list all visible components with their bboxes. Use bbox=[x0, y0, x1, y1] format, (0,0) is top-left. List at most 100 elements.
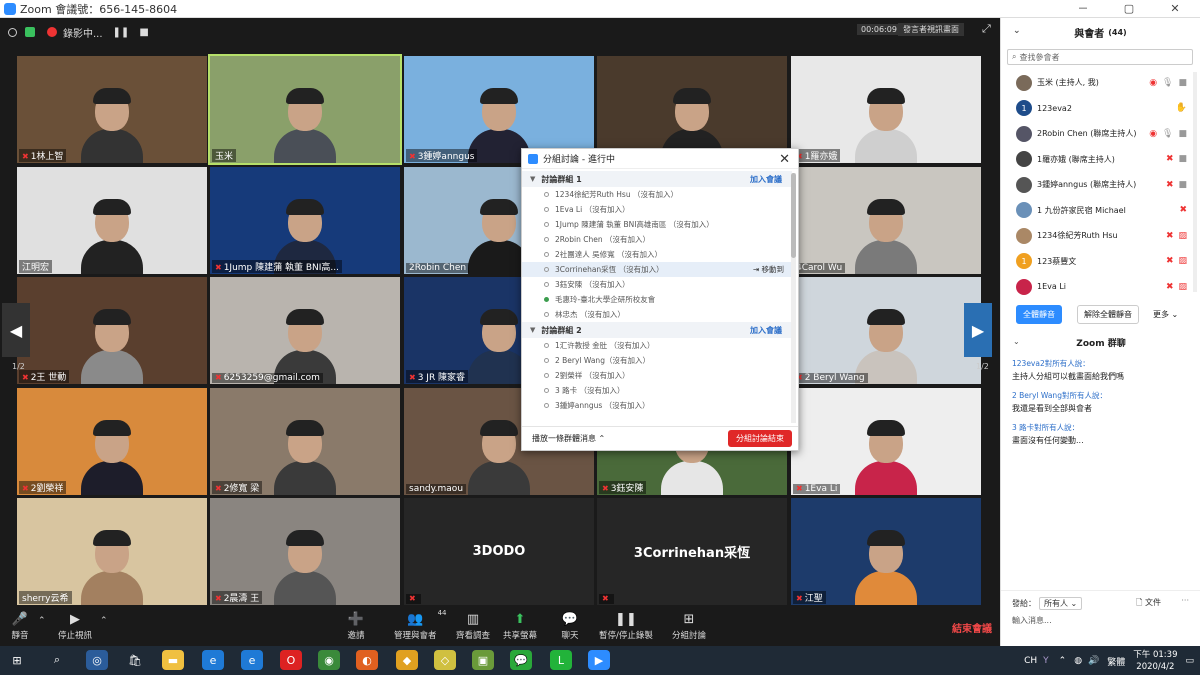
toolbar-button[interactable]: 💬 聊天 bbox=[561, 611, 579, 642]
muted-mic-icon[interactable]: ✖ bbox=[1166, 256, 1174, 266]
end-meeting-button[interactable]: 結束會議 bbox=[952, 620, 992, 635]
video-tile[interactable]: 4Carol Wu bbox=[791, 167, 981, 274]
collapse-triangle-icon[interactable]: ▼ bbox=[530, 175, 535, 183]
video-tile[interactable]: ✖ 1林上智 bbox=[17, 56, 207, 163]
video-tile[interactable]: ✖ 1羅亦娥 bbox=[791, 56, 981, 163]
taskbar-app-icon[interactable]: e bbox=[241, 650, 263, 670]
notification-icon[interactable]: ▭ bbox=[1185, 656, 1194, 666]
unmute-all-button[interactable]: 解除全體靜音 bbox=[1077, 304, 1139, 324]
breakout-member[interactable]: 1Eva Li （沒有加入） bbox=[522, 202, 792, 217]
breakout-group-header[interactable]: ▼ 討論群組 2 加入會議 bbox=[522, 322, 792, 338]
video-tile[interactable]: 玉米 bbox=[208, 54, 402, 165]
fullscreen-icon[interactable]: ⤢ bbox=[982, 22, 991, 36]
caret-up-icon[interactable]: ⌃ bbox=[100, 616, 108, 626]
tray-expand-icon[interactable]: ⌃ bbox=[1059, 656, 1067, 666]
breakout-group-header[interactable]: ▼ 討論群組 1 加入會議 bbox=[522, 171, 792, 187]
muted-mic-icon[interactable]: ✖ bbox=[1179, 205, 1187, 215]
taskbar-app-icon[interactable]: ◆ bbox=[396, 650, 418, 670]
video-tile[interactable]: ✖ 6253259@gmail.com bbox=[210, 277, 400, 384]
video-tile[interactable]: 3Corrinehan采恆 ✖ bbox=[597, 498, 787, 605]
taskbar-app-icon[interactable]: ◇ bbox=[434, 650, 456, 670]
breakout-scrollbar[interactable] bbox=[791, 173, 796, 423]
more-options-icon[interactable]: ··· bbox=[1181, 596, 1189, 605]
speaker-view-button[interactable]: 發言者視訊畫面 bbox=[898, 23, 964, 36]
video-tile[interactable]: ✖ 3鍾婷anngus bbox=[404, 56, 594, 163]
pause-recording-button[interactable]: ❚❚ bbox=[113, 27, 130, 38]
taskbar-app-icon[interactable]: 🛍 bbox=[124, 650, 146, 670]
participant-row[interactable]: 1 123蔡豐文 ✖ ▨ bbox=[1001, 249, 1193, 275]
mic-icon[interactable]: 🎙 bbox=[1162, 129, 1173, 139]
participant-scrollbar[interactable] bbox=[1193, 72, 1197, 292]
muted-mic-icon[interactable]: ✖ bbox=[1166, 180, 1174, 190]
breakout-member[interactable]: 1汇许教授 金肚 （沒有加入） bbox=[522, 338, 792, 353]
stop-recording-button[interactable]: ■ bbox=[139, 27, 148, 38]
participant-row[interactable]: 1234徐紀芳Ruth Hsu ✖ ▨ bbox=[1001, 223, 1193, 249]
video-tile[interactable] bbox=[597, 56, 787, 163]
video-tile[interactable]: ✖ 2修寬 梁 bbox=[210, 388, 400, 495]
breakout-member[interactable]: 林忠杰 （沒有加入） bbox=[522, 307, 792, 322]
toolbar-button[interactable]: ➕ 邀請 bbox=[347, 611, 365, 642]
breakout-member[interactable]: 1Jump 陳建蒲 執董 BNI高雄南區 （沒有加入） bbox=[522, 217, 792, 232]
volume-icon[interactable]: 🔊 bbox=[1088, 656, 1099, 666]
yahoo-icon[interactable]: Y bbox=[1043, 656, 1049, 666]
participant-row[interactable]: 1 123eva2 ✋ bbox=[1001, 96, 1193, 122]
video-tile[interactable]: ✖ 2劉榮祥 bbox=[17, 388, 207, 495]
more-button[interactable]: 更多 ⌄ bbox=[1147, 305, 1185, 323]
video-tile[interactable]: ✖ 2 Beryl Wang bbox=[791, 277, 981, 384]
taskbar-app-icon[interactable]: ◉ bbox=[318, 650, 340, 670]
breakout-member[interactable]: 3鍾婷anngus （沒有加入） bbox=[522, 398, 792, 413]
participant-row[interactable]: 3鍾婷anngus (聯席主持人) ✖ ■ bbox=[1001, 172, 1193, 198]
participant-row[interactable]: 1羅亦娥 (聯席主持人) ✖ ■ bbox=[1001, 147, 1193, 173]
recipient-select[interactable]: 所有人 ⌄ bbox=[1039, 597, 1083, 610]
toolbar-button[interactable]: 🎤 靜音 bbox=[11, 611, 29, 642]
taskbar-app-icon[interactable]: ◎ bbox=[86, 650, 108, 670]
video-tile[interactable]: 江明宏 bbox=[17, 167, 207, 274]
muted-mic-icon[interactable]: ✖ bbox=[1166, 154, 1174, 164]
participant-row[interactable]: 1Eva Li ✖ ▨ bbox=[1001, 274, 1193, 300]
mic-icon[interactable]: 🎙 bbox=[1162, 78, 1173, 88]
clock[interactable]: 下午 01:39 2020/4/2 bbox=[1133, 649, 1177, 673]
prev-page-button[interactable]: ◀ bbox=[2, 303, 30, 357]
video-tile[interactable]: 3DODO ✖ bbox=[404, 498, 594, 605]
muted-mic-icon[interactable]: ✖ bbox=[1166, 231, 1174, 241]
taskbar-app-icon[interactable]: ▣ bbox=[472, 650, 494, 670]
caret-up-icon[interactable]: ⌃ bbox=[38, 616, 46, 626]
input-language[interactable]: CH bbox=[1024, 656, 1037, 666]
toolbar-button[interactable]: ▥ 齊看調查 bbox=[456, 611, 490, 642]
participant-row[interactable]: 1 九份許家民宿 Michael ✖ bbox=[1001, 198, 1193, 224]
collapse-triangle-icon[interactable]: ▼ bbox=[530, 326, 535, 334]
taskbar-app-icon[interactable]: 💬 bbox=[510, 650, 532, 670]
video-tile[interactable]: ✖ 江聖 bbox=[791, 498, 981, 605]
taskbar-app-icon[interactable]: ▶ bbox=[588, 650, 610, 670]
join-room-button[interactable]: 加入會議 bbox=[750, 325, 782, 336]
taskbar-app-icon[interactable]: L bbox=[550, 650, 572, 670]
toolbar-button[interactable]: ❚❚ 暫停/停止錄製 bbox=[599, 611, 653, 642]
taskbar-app-icon[interactable]: ⌕ bbox=[46, 650, 68, 670]
taskbar-app-icon[interactable]: ⊞ bbox=[6, 650, 28, 670]
end-breakout-button[interactable]: 分組討論結束 bbox=[728, 430, 792, 447]
breakout-member[interactable]: 1234徐紀芳Ruth Hsu （沒有加入） bbox=[522, 187, 792, 202]
video-tile[interactable]: ✖ 2晨濤 王 bbox=[210, 498, 400, 605]
taskbar-app-icon[interactable]: ▬ bbox=[162, 650, 184, 670]
taskbar-app-icon[interactable]: e bbox=[202, 650, 224, 670]
video-tile[interactable]: ✖ 1Jump 陳建蒲 執董 BNI高... bbox=[210, 167, 400, 274]
close-icon[interactable]: ✕ bbox=[779, 152, 790, 167]
next-page-button[interactable]: ▶ bbox=[964, 303, 992, 357]
move-to-button[interactable]: ⇥ 移動到 bbox=[753, 264, 784, 275]
video-tile[interactable]: ✖ 1Eva Li bbox=[791, 388, 981, 495]
ime-mode[interactable]: 繁體 bbox=[1107, 655, 1125, 668]
participant-row[interactable]: 2Robin Chen (聯席主持人) ◉ 🎙 ■ bbox=[1001, 121, 1193, 147]
file-button[interactable]: 🗋 文件 bbox=[1136, 597, 1161, 611]
taskbar-app-icon[interactable]: ◐ bbox=[356, 650, 378, 670]
participant-row[interactable]: 玉米 (主持人, 我) ◉ 🎙 ■ bbox=[1001, 70, 1193, 96]
network-icon[interactable]: ◍ bbox=[1074, 656, 1082, 666]
toolbar-button[interactable]: ▶ 停止視訊 bbox=[58, 611, 92, 642]
chevron-down-icon[interactable]: ⌄ bbox=[1013, 337, 1020, 346]
video-tile[interactable]: sherry云希 bbox=[17, 498, 207, 605]
close-button[interactable]: ✕ bbox=[1152, 0, 1198, 18]
participant-search-input[interactable]: ⌕ 查找參會者 bbox=[1007, 49, 1193, 65]
breakout-member[interactable]: 2社團達人 吳修寬 （沒有加入） bbox=[522, 247, 792, 262]
info-icon[interactable] bbox=[8, 27, 17, 37]
breakout-member[interactable]: 3 路卡 （沒有加入） bbox=[522, 383, 792, 398]
restore-button[interactable]: ▢ bbox=[1106, 0, 1152, 18]
